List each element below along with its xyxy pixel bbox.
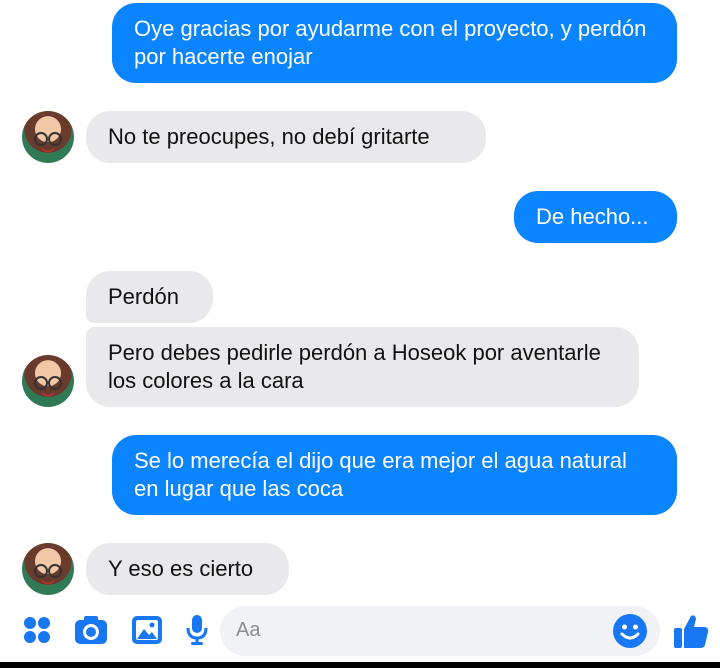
contact-avatar[interactable]	[22, 111, 74, 163]
apps-icon[interactable]	[22, 615, 52, 650]
message-text: Y eso es cierto	[108, 556, 254, 581]
message-text: No te preocupes, no debí gritarte	[108, 124, 430, 149]
avatar-face-icon	[34, 376, 62, 397]
message-bubble-outgoing[interactable]: Se lo merecía el dijo que era mejor el a…	[112, 435, 677, 515]
message-bubble-outgoing[interactable]: Oye gracias por ayudarme con el proyecto…	[112, 3, 677, 83]
message-text: De hecho...	[536, 204, 649, 229]
contact-avatar[interactable]	[22, 543, 74, 595]
message-bubble-incoming[interactable]: Pero debes pedirle perdón a Hoseok por a…	[86, 327, 639, 407]
message-bubble-incoming[interactable]: Perdón	[86, 271, 213, 323]
message-bubble-incoming[interactable]: Y eso es cierto	[86, 543, 289, 595]
composer-bar: Aa	[0, 598, 720, 660]
emoji-icon[interactable]	[612, 613, 648, 654]
avatar-face-icon	[34, 132, 62, 153]
screen-bottom-edge	[0, 662, 720, 668]
contact-avatar[interactable]	[22, 355, 74, 407]
avatar-face-icon	[34, 564, 62, 585]
microphone-icon[interactable]	[185, 614, 209, 651]
message-text: Oye gracias por ayudarme con el proyecto…	[134, 16, 647, 69]
message-bubble-incoming[interactable]: No te preocupes, no debí gritarte	[86, 111, 486, 163]
message-input[interactable]: Aa	[220, 606, 660, 656]
message-text: Pero debes pedirle perdón a Hoseok por a…	[108, 340, 601, 393]
message-bubble-outgoing[interactable]: De hecho...	[514, 191, 677, 243]
message-text: Perdón	[108, 284, 179, 309]
gallery-icon[interactable]	[131, 615, 163, 650]
message-input-placeholder: Aa	[236, 619, 261, 641]
message-text: Se lo merecía el dijo que era mejor el a…	[134, 448, 627, 501]
camera-icon[interactable]	[74, 615, 108, 650]
thumbs-up-icon[interactable]	[672, 612, 710, 655]
